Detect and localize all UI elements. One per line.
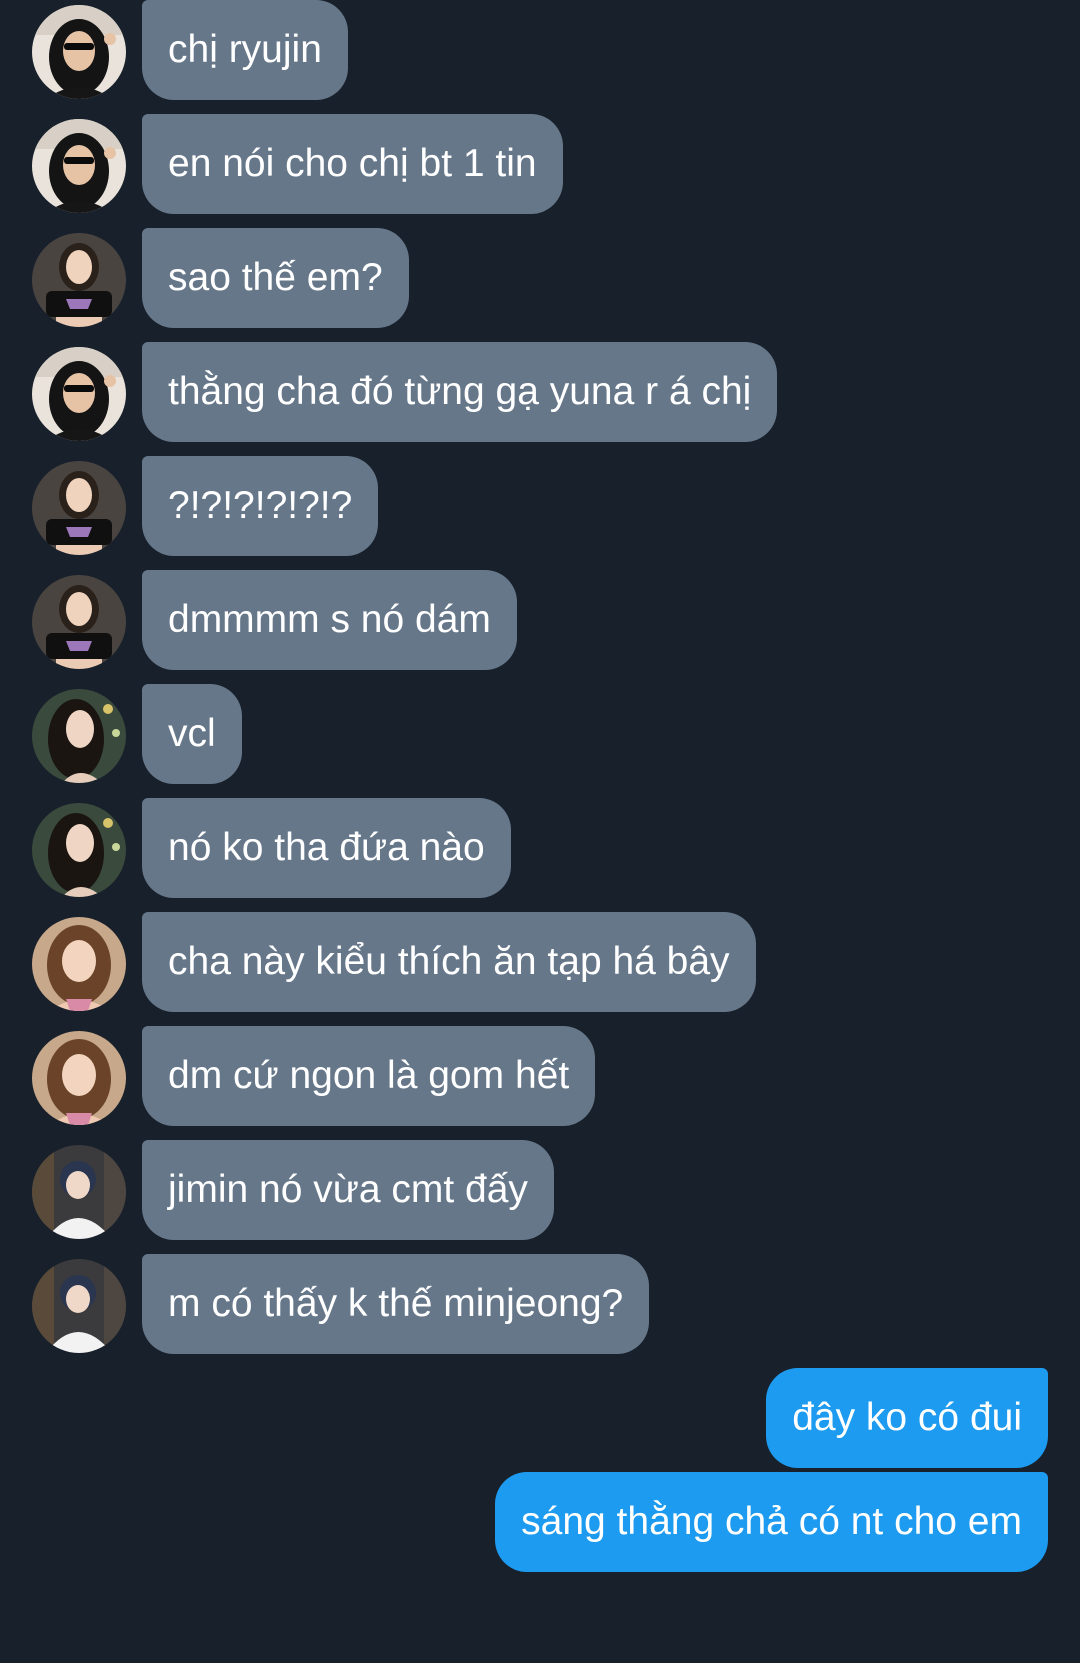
avatar-black-top-woman-icon — [32, 575, 126, 669]
message-row: nó ko tha đứa nào — [0, 798, 1080, 898]
avatar-dark-hair-woman-icon — [32, 803, 126, 897]
avatar[interactable] — [32, 803, 126, 897]
avatar-black-top-woman-icon — [32, 233, 126, 327]
message-row: jimin nó vừa cmt đấy — [0, 1140, 1080, 1240]
incoming-message-bubble[interactable]: jimin nó vừa cmt đấy — [142, 1140, 554, 1240]
avatar-dark-hair-woman-icon — [32, 689, 126, 783]
chat-thread: chị ryujin en nói cho chị bt 1 tin sao t… — [0, 0, 1080, 1663]
avatar-white-hoodie-person-icon — [32, 1259, 126, 1353]
message-row: sáng thằng chả có nt cho em — [0, 1472, 1080, 1572]
message-row: chị ryujin — [0, 0, 1080, 100]
incoming-message-bubble[interactable]: dm cứ ngon là gom hết — [142, 1026, 596, 1126]
message-row: dm cứ ngon là gom hết — [0, 1026, 1080, 1126]
incoming-message-bubble[interactable]: nó ko tha đứa nào — [142, 798, 511, 898]
avatar-brown-hair-woman-icon — [32, 1031, 126, 1125]
avatar[interactable] — [32, 461, 126, 555]
message-row: m có thấy k thế minjeong? — [0, 1254, 1080, 1354]
avatar[interactable] — [32, 1259, 126, 1353]
message-row: ?!?!?!?!?!? — [0, 456, 1080, 556]
avatar[interactable] — [32, 5, 126, 99]
incoming-message-bubble[interactable]: en nói cho chị bt 1 tin — [142, 114, 563, 214]
message-row: cha này kiểu thích ăn tạp há bây — [0, 912, 1080, 1012]
incoming-message-bubble[interactable]: dmmmm s nó dám — [142, 570, 517, 670]
message-row: sao thế em? — [0, 228, 1080, 328]
message-row: dmmmm s nó dám — [0, 570, 1080, 670]
message-row: thằng cha đó từng gạ yuna r á chị — [0, 342, 1080, 442]
message-row: vcl — [0, 684, 1080, 784]
incoming-message-bubble[interactable]: ?!?!?!?!?!? — [142, 456, 379, 556]
incoming-message-bubble[interactable]: vcl — [142, 684, 242, 784]
avatar-sunglasses-woman-icon — [32, 119, 126, 213]
message-row: đây ko có đui — [0, 1368, 1080, 1468]
avatar[interactable] — [32, 347, 126, 441]
outgoing-message-bubble[interactable]: sáng thằng chả có nt cho em — [495, 1472, 1048, 1572]
avatar-sunglasses-woman-icon — [32, 347, 126, 441]
incoming-message-bubble[interactable]: thằng cha đó từng gạ yuna r á chị — [142, 342, 778, 442]
avatar[interactable] — [32, 233, 126, 327]
avatar[interactable] — [32, 1031, 126, 1125]
avatar-sunglasses-woman-icon — [32, 5, 126, 99]
incoming-message-bubble[interactable]: m có thấy k thế minjeong? — [142, 1254, 650, 1354]
incoming-message-bubble[interactable]: cha này kiểu thích ăn tạp há bây — [142, 912, 756, 1012]
avatar[interactable] — [32, 689, 126, 783]
avatar[interactable] — [32, 1145, 126, 1239]
incoming-message-bubble[interactable]: chị ryujin — [142, 0, 348, 100]
avatar-brown-hair-woman-icon — [32, 917, 126, 1011]
message-row: en nói cho chị bt 1 tin — [0, 114, 1080, 214]
avatar[interactable] — [32, 917, 126, 1011]
avatar[interactable] — [32, 575, 126, 669]
incoming-message-bubble[interactable]: sao thế em? — [142, 228, 409, 328]
outgoing-message-bubble[interactable]: đây ko có đui — [766, 1368, 1048, 1468]
avatar-black-top-woman-icon — [32, 461, 126, 555]
avatar-white-hoodie-person-icon — [32, 1145, 126, 1239]
avatar[interactable] — [32, 119, 126, 213]
